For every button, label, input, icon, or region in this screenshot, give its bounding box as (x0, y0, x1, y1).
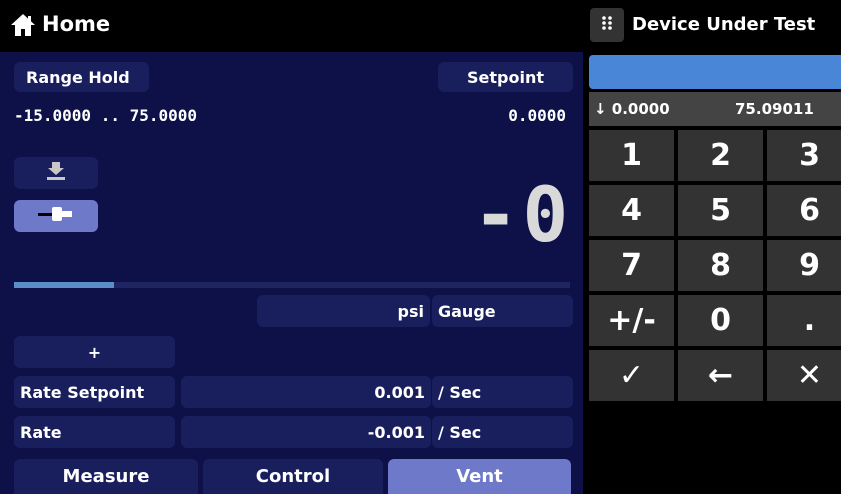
key-3[interactable]: 3 (767, 130, 841, 181)
setpoint-value: 0.0000 (508, 106, 566, 125)
rate-value: -0.001 (367, 422, 425, 442)
tab-measure-label: Measure (62, 466, 150, 487)
key-0-label: 0 (710, 303, 731, 338)
setpoint-label: Setpoint (467, 67, 544, 87)
add-label: + (87, 342, 102, 362)
key-6[interactable]: 6 (767, 185, 841, 236)
key-plus-minus-label: +/- (607, 303, 656, 338)
key-8[interactable]: 8 (678, 240, 763, 291)
key-9[interactable]: 9 (767, 240, 841, 291)
rate-setpoint-value: 0.001 (374, 382, 425, 402)
keypad-title: Device Under Test (632, 14, 816, 35)
page-title: Home (42, 12, 111, 36)
key-backspace-label: ← (707, 358, 734, 393)
rate-setpoint-value-field[interactable]: 0.001 (181, 376, 431, 408)
tab-control-label: Control (255, 466, 331, 487)
header-bar: Home (0, 0, 583, 52)
unit-label: psi (397, 301, 424, 321)
key-7-label: 7 (621, 248, 642, 283)
vent-valve-button[interactable] (14, 157, 98, 189)
mode-label: Gauge (438, 301, 496, 321)
key-clear-label: ✕ (796, 358, 823, 393)
key-1-label: 1 (621, 138, 642, 173)
key-5-label: 5 (710, 193, 731, 228)
key-2[interactable]: 2 (678, 130, 763, 181)
rate-unit: / Sec (438, 422, 482, 442)
key-enter[interactable]: ✓ (589, 350, 674, 401)
key-clear[interactable]: ✕ (767, 350, 841, 401)
range-hold-label: Range Hold (26, 67, 130, 87)
rate-setpoint-label-field: Rate Setpoint (14, 376, 175, 408)
key-4-label: 4 (621, 193, 642, 228)
rate-setpoint-unit-field: / Sec (432, 376, 573, 408)
key-decimal-label: . (803, 303, 816, 338)
key-5[interactable]: 5 (678, 185, 763, 236)
rate-setpoint-unit: / Sec (438, 382, 482, 402)
key-3-label: 3 (799, 138, 820, 173)
keypad-entry-field[interactable] (589, 55, 841, 89)
key-8-label: 8 (710, 248, 731, 283)
key-enter-label: ✓ (618, 358, 645, 393)
key-7[interactable]: 7 (589, 240, 674, 291)
reading-bar-fill (14, 282, 115, 288)
rate-label-field: Rate (14, 416, 175, 448)
units-field[interactable]: psi (257, 295, 430, 327)
reading-bar-track (14, 282, 570, 288)
control-mode-button[interactable] (14, 200, 98, 232)
range-hold-button[interactable]: Range Hold (14, 62, 149, 92)
keypad-range-low: ↓ 0.0000 (594, 100, 670, 118)
key-4[interactable]: 4 (589, 185, 674, 236)
rate-unit-field: / Sec (432, 416, 573, 448)
key-2-label: 2 (710, 138, 731, 173)
key-0[interactable]: 0 (678, 295, 763, 346)
home-icon[interactable] (10, 12, 36, 38)
key-1[interactable]: 1 (589, 130, 674, 181)
grid-dots-icon (601, 15, 613, 35)
rate-label: Rate (20, 422, 62, 442)
range-min-max: -15.0000 .. 75.0000 (14, 106, 198, 125)
rate-value-field: -0.001 (181, 416, 431, 448)
add-button[interactable]: + (14, 336, 175, 368)
key-backspace[interactable]: ← (678, 350, 763, 401)
key-decimal[interactable]: . (767, 295, 841, 346)
keypad-menu-button[interactable] (590, 8, 624, 42)
download-arrow-icon (45, 160, 67, 186)
key-9-label: 9 (799, 248, 820, 283)
setpoint-button[interactable]: Setpoint (438, 62, 573, 92)
tab-control[interactable]: Control (203, 459, 383, 494)
pressure-mode-field[interactable]: Gauge (432, 295, 573, 327)
keypad-range-high: 75.09011 (735, 100, 814, 118)
tab-vent[interactable]: Vent (388, 459, 571, 494)
valve-icon (36, 204, 76, 228)
key-6-label: 6 (799, 193, 820, 228)
rate-setpoint-label: Rate Setpoint (20, 382, 145, 402)
tab-measure[interactable]: Measure (14, 459, 198, 494)
key-plus-minus[interactable]: +/- (589, 295, 674, 346)
tab-vent-label: Vent (456, 466, 503, 487)
